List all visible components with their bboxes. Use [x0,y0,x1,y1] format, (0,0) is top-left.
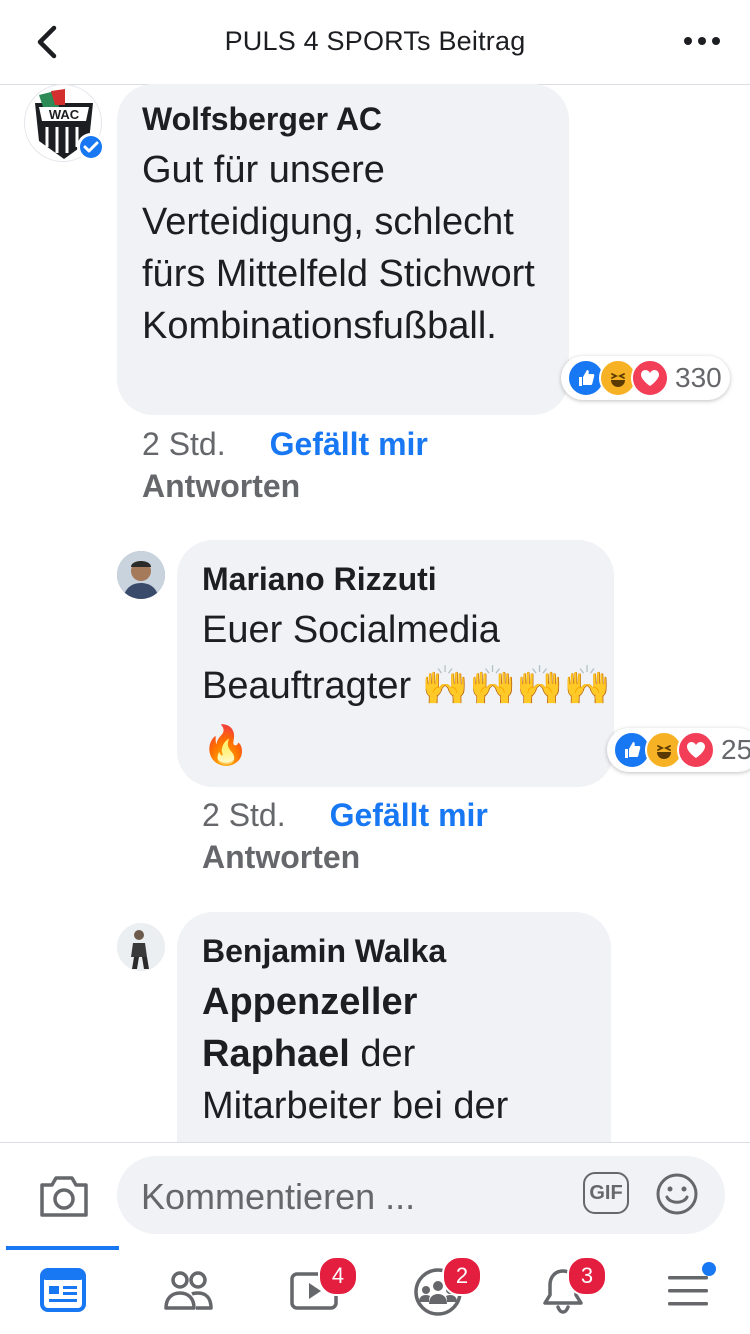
active-tab-indicator [6,1246,119,1250]
reply-link[interactable]: Antworten [202,839,602,875]
reaction-summary[interactable]: 25 [607,728,750,772]
comment-time: 2 Std. [142,426,226,462]
top-bar: PULS 4 SPORTs Beitrag [0,0,750,85]
comment-input[interactable]: Kommentieren ... GIF [117,1156,725,1234]
mention[interactable]: Raphael [202,1033,350,1075]
love-reaction-icon [631,359,669,397]
reaction-summary[interactable]: 330 [561,356,730,400]
comment-input-placeholder: Kommentieren ... [141,1176,416,1217]
tab-friends[interactable] [158,1266,218,1322]
user-photo-icon [117,551,165,599]
love-reaction-icon [677,731,715,769]
menu-notification-dot [702,1262,716,1276]
comment-text-line: 🔥 [202,725,250,767]
camera-icon[interactable] [38,1171,90,1219]
avatar[interactable] [117,551,165,599]
comment-composer: Kommentieren ... GIF [0,1142,750,1247]
notifications-badge: 3 [567,1256,607,1296]
reply-link[interactable]: Antworten [142,468,542,504]
news-feed-icon [40,1268,86,1312]
comment-text: Gut für unsere Verteidigung, schlecht fü… [142,149,535,347]
comment-meta: 2 Std. Gefällt mir Antworten [202,797,602,875]
tab-notifications[interactable]: 3 [533,1256,607,1322]
comment-text-line: Euer Socialmedia [202,609,500,651]
groups-badge: 2 [442,1256,482,1296]
tab-groups[interactable]: 2 [408,1256,482,1322]
comment-time: 2 Std. [202,797,286,833]
mention[interactable]: Appenzeller [202,981,417,1023]
friends-icon [164,1271,213,1310]
watch-badge: 4 [318,1256,358,1296]
comment-text: der [349,1033,416,1075]
comment-author[interactable]: Wolfsberger AC [142,101,382,138]
more-options-icon[interactable] [682,26,722,56]
comment-author[interactable]: Benjamin Walka [202,933,446,970]
reaction-count: 25 [721,734,750,765]
gif-button[interactable]: GIF [583,1172,629,1214]
bottom-nav: 4 2 3 [0,1246,750,1334]
comment-text-line: Appenzeller [202,976,417,1028]
tab-menu[interactable] [658,1262,718,1322]
emoji-icon[interactable] [655,1172,699,1216]
comment-author[interactable]: Mariano Rizzuti [202,561,437,598]
verified-badge-icon [77,133,105,161]
tab-news-feed[interactable] [33,1266,93,1322]
comment-text-line: Mitarbeiter bei der [202,1085,509,1127]
comment-text-line: Beauftragter 🙌🙌🙌🙌 [202,665,611,707]
tab-watch[interactable]: 4 [284,1256,358,1322]
reaction-count: 330 [675,362,722,393]
svg-text:WAC: WAC [49,107,80,122]
page-title: PULS 4 SPORTs Beitrag [224,26,526,56]
like-link[interactable]: Gefällt mir [270,426,428,462]
comment-clip: Benjamin Walka Appenzeller Raphael der M… [0,900,750,1142]
like-link[interactable]: Gefällt mir [330,797,488,833]
comment-meta: 2 Std. Gefällt mir Antworten [142,426,542,504]
comment-text-line: Raphael der [202,1028,415,1080]
